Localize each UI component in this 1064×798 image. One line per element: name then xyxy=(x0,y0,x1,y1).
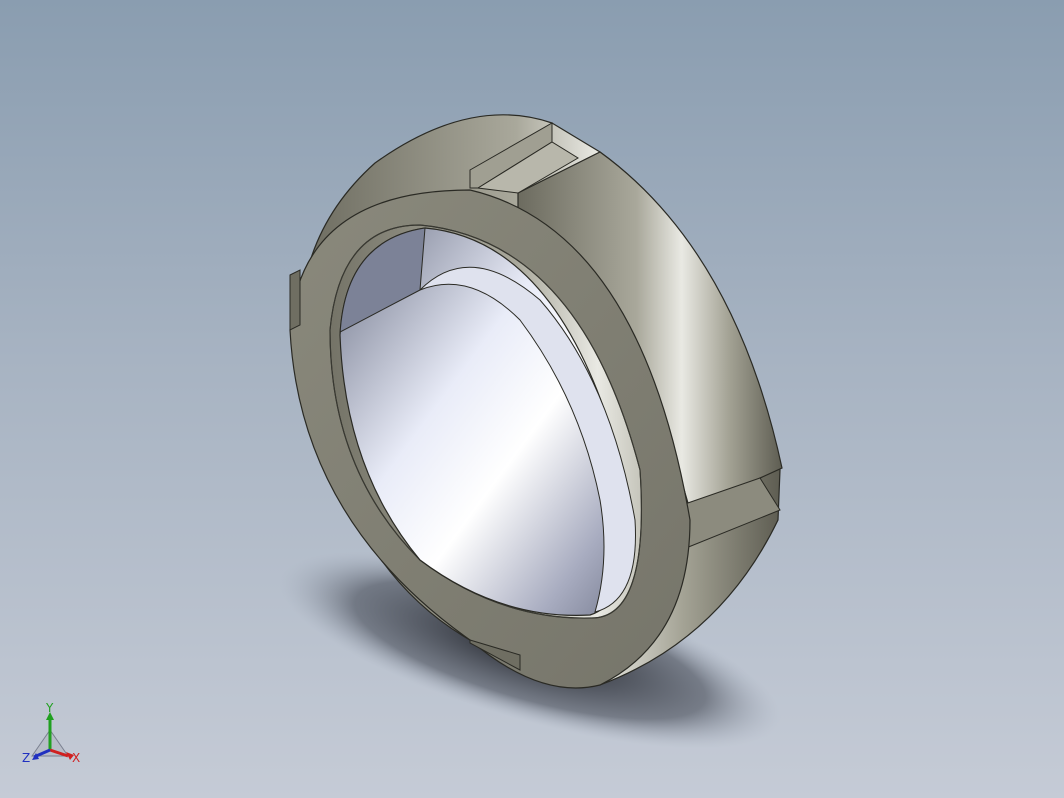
y-axis-label: Y xyxy=(45,701,54,715)
model-render[interactable] xyxy=(0,0,1064,798)
orientation-triad[interactable]: Y X Z xyxy=(18,700,90,774)
slot-left xyxy=(289,269,301,331)
graphics-viewport[interactable] xyxy=(0,0,1064,798)
triad-graphic: Y X Z xyxy=(22,701,80,765)
x-axis-label: X xyxy=(72,751,80,765)
z-axis-label: Z xyxy=(22,751,30,765)
